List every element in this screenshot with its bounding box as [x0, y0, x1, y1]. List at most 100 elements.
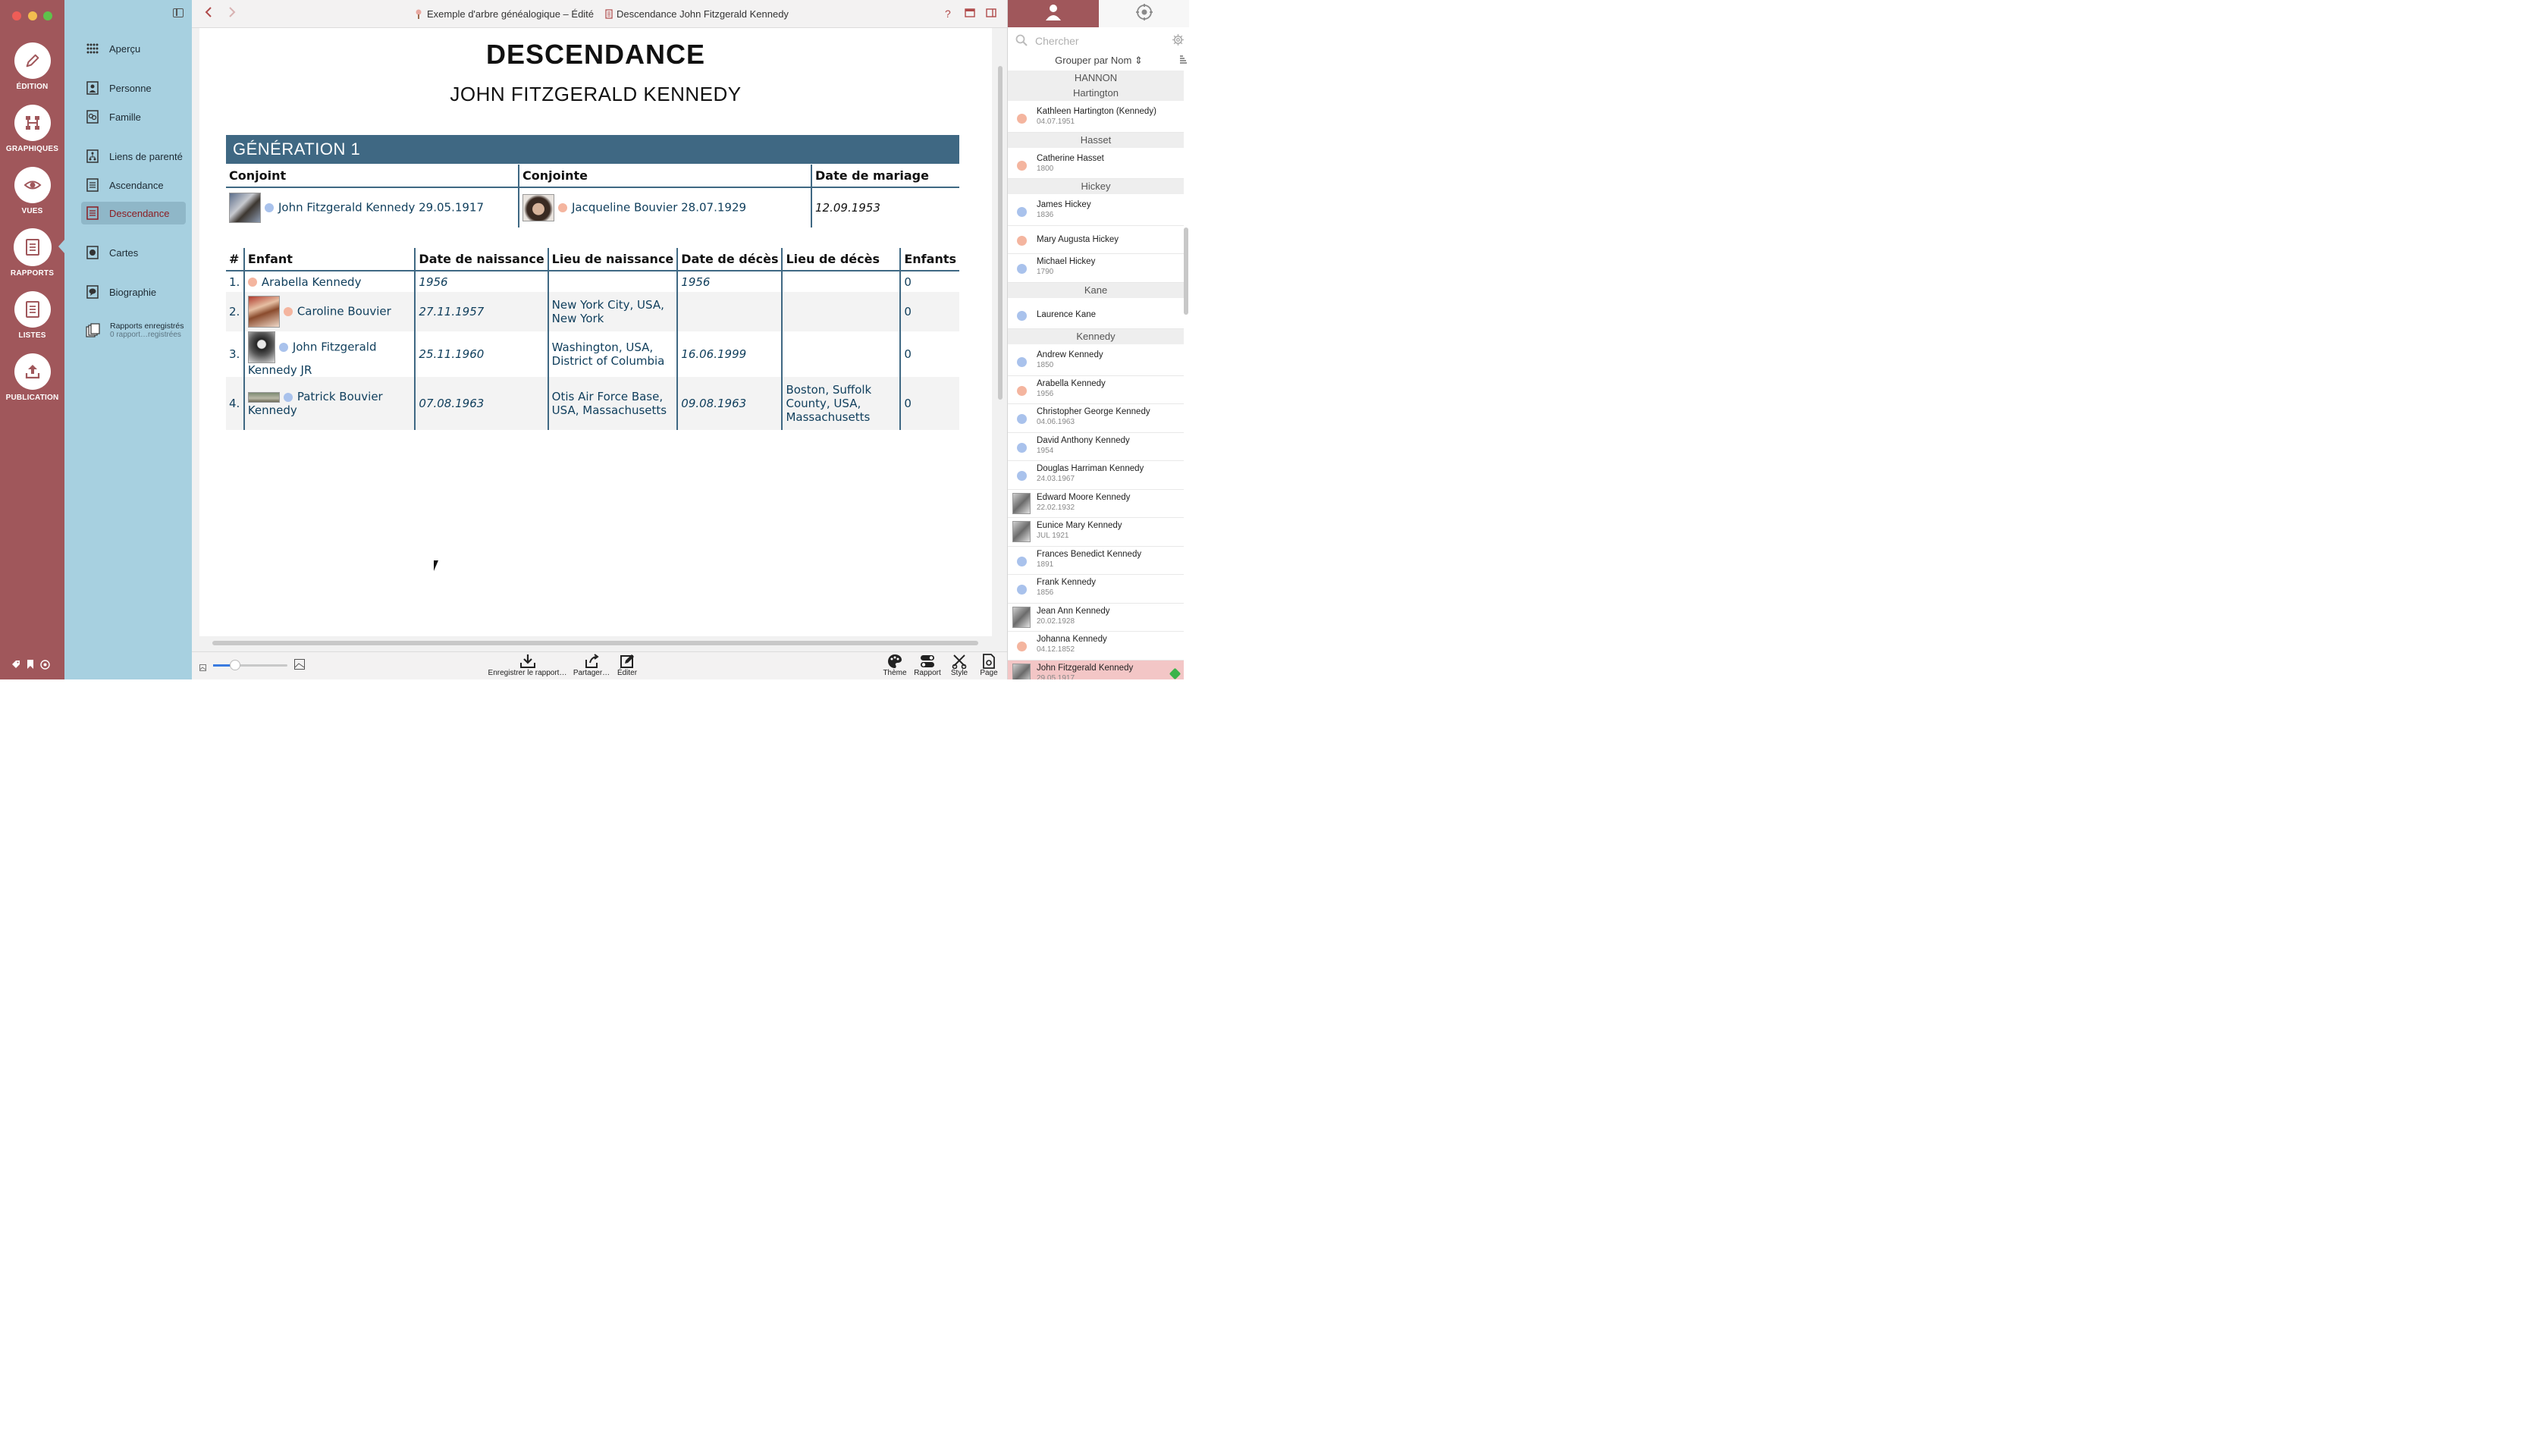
- gear-icon[interactable]: [1172, 34, 1184, 48]
- row-number: 2.: [226, 292, 244, 331]
- report-viewport[interactable]: DESCENDANCE JOHN FITZGERALD KENNEDY GÉNÉ…: [192, 28, 1007, 651]
- sidebar-item-ascendance[interactable]: Ascendance: [81, 174, 186, 196]
- husband-cell[interactable]: John Fitzgerald Kennedy 29.05.1917: [226, 187, 519, 228]
- male-dot-icon: [1017, 310, 1027, 321]
- child-name-cell[interactable]: John Fitzgerald Kennedy JR: [243, 331, 416, 377]
- person-list-item[interactable]: Eunice Mary Kennedy JUL 1921: [1008, 518, 1184, 547]
- sidebar-item-label: Famille: [109, 111, 141, 123]
- rail-listes-button[interactable]: LISTES: [0, 291, 64, 340]
- table-row[interactable]: 4. Patrick Bouvier Kennedy 07.08.1963 Ot…: [226, 377, 959, 430]
- web-icon[interactable]: [40, 660, 50, 672]
- upload-icon: [14, 353, 51, 390]
- rail-rapports-button[interactable]: RAPPORTS: [0, 229, 64, 278]
- person-list-item[interactable]: Frances Benedict Kennedy 1891: [1008, 547, 1184, 575]
- zoom-window-button[interactable]: [43, 11, 52, 20]
- children-count: 0: [899, 331, 959, 377]
- rail-edition-button[interactable]: ÉDITION: [0, 42, 64, 91]
- person-date: 1956: [1037, 389, 1054, 398]
- page-settings-icon: [977, 654, 1000, 669]
- sidebar-item-famille[interactable]: Famille: [81, 105, 186, 128]
- person-list-item[interactable]: Laurence Kane: [1008, 301, 1184, 329]
- person-name: Douglas Harriman Kennedy: [1037, 464, 1144, 473]
- child-name-cell[interactable]: Patrick Bouvier Kennedy: [243, 377, 416, 430]
- back-icon[interactable]: [205, 6, 212, 22]
- child-name-cell[interactable]: Arabella Kennedy: [243, 271, 416, 292]
- save-report-button[interactable]: Enregistrer le rapport…: [488, 654, 567, 677]
- person-name: Christopher George Kennedy: [1037, 407, 1150, 416]
- close-window-button[interactable]: [12, 11, 21, 20]
- table-row[interactable]: 3. John Fitzgerald Kennedy JR 25.11.1960…: [226, 331, 959, 377]
- person-list-item[interactable]: James Hickey 1836: [1008, 197, 1184, 226]
- rapport-button[interactable]: Rapport: [912, 654, 943, 677]
- table-row[interactable]: 2. Caroline Bouvier 27.11.1957 New York …: [226, 292, 959, 331]
- tab-title[interactable]: Descendance John Fitzgerald Kennedy: [617, 8, 789, 20]
- person-list-item[interactable]: Jean Ann Kennedy 20.02.1928: [1008, 604, 1184, 632]
- small-image-icon[interactable]: [199, 661, 206, 675]
- zoom-slider-knob[interactable]: [230, 660, 241, 670]
- female-dot-icon: [283, 307, 293, 316]
- sidebar-item-apercu[interactable]: Aperçu: [81, 37, 186, 60]
- avatar: [1012, 663, 1031, 679]
- sidebar-item-personne[interactable]: Personne: [81, 77, 186, 99]
- tag-icon[interactable]: [11, 660, 20, 672]
- horizontal-scrollbar[interactable]: [212, 641, 978, 645]
- surname-section-header: HANNON: [1008, 71, 1184, 86]
- window-layout-icon[interactable]: [965, 8, 975, 20]
- help-icon[interactable]: ?: [945, 8, 951, 20]
- person-list-item[interactable]: John Fitzgerald Kennedy 29.05.1917: [1008, 660, 1184, 679]
- person-date: 1836: [1037, 211, 1054, 219]
- zoom-slider[interactable]: [213, 660, 287, 670]
- family-icon: [86, 110, 99, 124]
- person-list-item[interactable]: Douglas Harriman Kennedy 24.03.1967: [1008, 461, 1184, 490]
- person-list-item[interactable]: David Anthony Kennedy 1954: [1008, 433, 1184, 461]
- settings-tab[interactable]: [1099, 0, 1189, 27]
- avatar: [1012, 521, 1031, 542]
- vertical-scrollbar[interactable]: [998, 66, 1003, 400]
- report-icon: [14, 229, 51, 265]
- person-list-item[interactable]: Johanna Kennedy 04.12.1852: [1008, 632, 1184, 661]
- persons-tab[interactable]: [1008, 0, 1099, 27]
- person-list-item[interactable]: Edward Moore Kennedy 22.02.1932: [1008, 490, 1184, 518]
- table-row[interactable]: 1. Arabella Kennedy 1956 1956 0: [226, 271, 959, 292]
- tree-icon: [415, 9, 422, 24]
- forward-icon[interactable]: [228, 6, 236, 22]
- person-list-item[interactable]: Michael Hickey 1790: [1008, 254, 1184, 283]
- sidebar-right-icon[interactable]: [986, 8, 996, 20]
- person-list-item[interactable]: Arabella Kennedy 1956: [1008, 376, 1184, 404]
- theme-button[interactable]: Thème: [882, 654, 908, 677]
- group-by-label: Grouper par Nom: [1055, 55, 1132, 66]
- sidebar-toggle-icon[interactable]: [173, 8, 184, 17]
- child-name: Caroline Bouvier: [297, 304, 391, 318]
- sidebar-item-biographie[interactable]: Biographie: [81, 281, 186, 303]
- group-by-selector[interactable]: Grouper par Nom ⇕: [1008, 55, 1189, 68]
- people-list-scrollbar[interactable]: [1184, 228, 1188, 315]
- bookmark-icon[interactable]: [27, 660, 34, 672]
- rail-graphiques-button[interactable]: GRAPHIQUES: [0, 105, 64, 153]
- person-list-item[interactable]: Andrew Kennedy 1850: [1008, 347, 1184, 376]
- person-list-item[interactable]: Catherine Hasset 1800: [1008, 151, 1184, 179]
- person-list-item[interactable]: Christopher George Kennedy 04.06.1963: [1008, 404, 1184, 433]
- child-name-cell[interactable]: Caroline Bouvier: [243, 292, 416, 331]
- person-list-item[interactable]: Frank Kennedy 1856: [1008, 575, 1184, 604]
- rail-publication-button[interactable]: PUBLICATION: [0, 353, 64, 402]
- share-button[interactable]: Partager…: [571, 654, 612, 677]
- sort-icon[interactable]: [1179, 55, 1187, 66]
- sidebar-item-cartes[interactable]: Cartes: [81, 241, 186, 264]
- female-dot-icon: [558, 203, 567, 212]
- sidebar-item-liens-de-parente[interactable]: Liens de parenté: [81, 145, 186, 168]
- search-icon: [1015, 34, 1028, 49]
- person-icon: [1045, 3, 1062, 25]
- search-field[interactable]: Chercher: [1008, 30, 1189, 52]
- sidebar-item-descendance[interactable]: Descendance: [81, 202, 186, 224]
- edit-button[interactable]: Éditer: [615, 654, 639, 677]
- rail-vues-button[interactable]: VUES: [0, 167, 64, 215]
- minimize-window-button[interactable]: [28, 11, 37, 20]
- person-list-item[interactable]: Kathleen Hartington (Kennedy) 04.07.1951: [1008, 104, 1184, 133]
- person-date: JUL 1921: [1037, 532, 1069, 540]
- style-button[interactable]: Style: [947, 654, 971, 677]
- palette-icon: [882, 654, 908, 669]
- large-image-icon[interactable]: [294, 659, 305, 673]
- wife-cell[interactable]: Jacqueline Bouvier 28.07.1929: [518, 187, 811, 228]
- page-button[interactable]: Page: [977, 654, 1000, 677]
- person-list-item[interactable]: Mary Augusta Hickey: [1008, 226, 1184, 254]
